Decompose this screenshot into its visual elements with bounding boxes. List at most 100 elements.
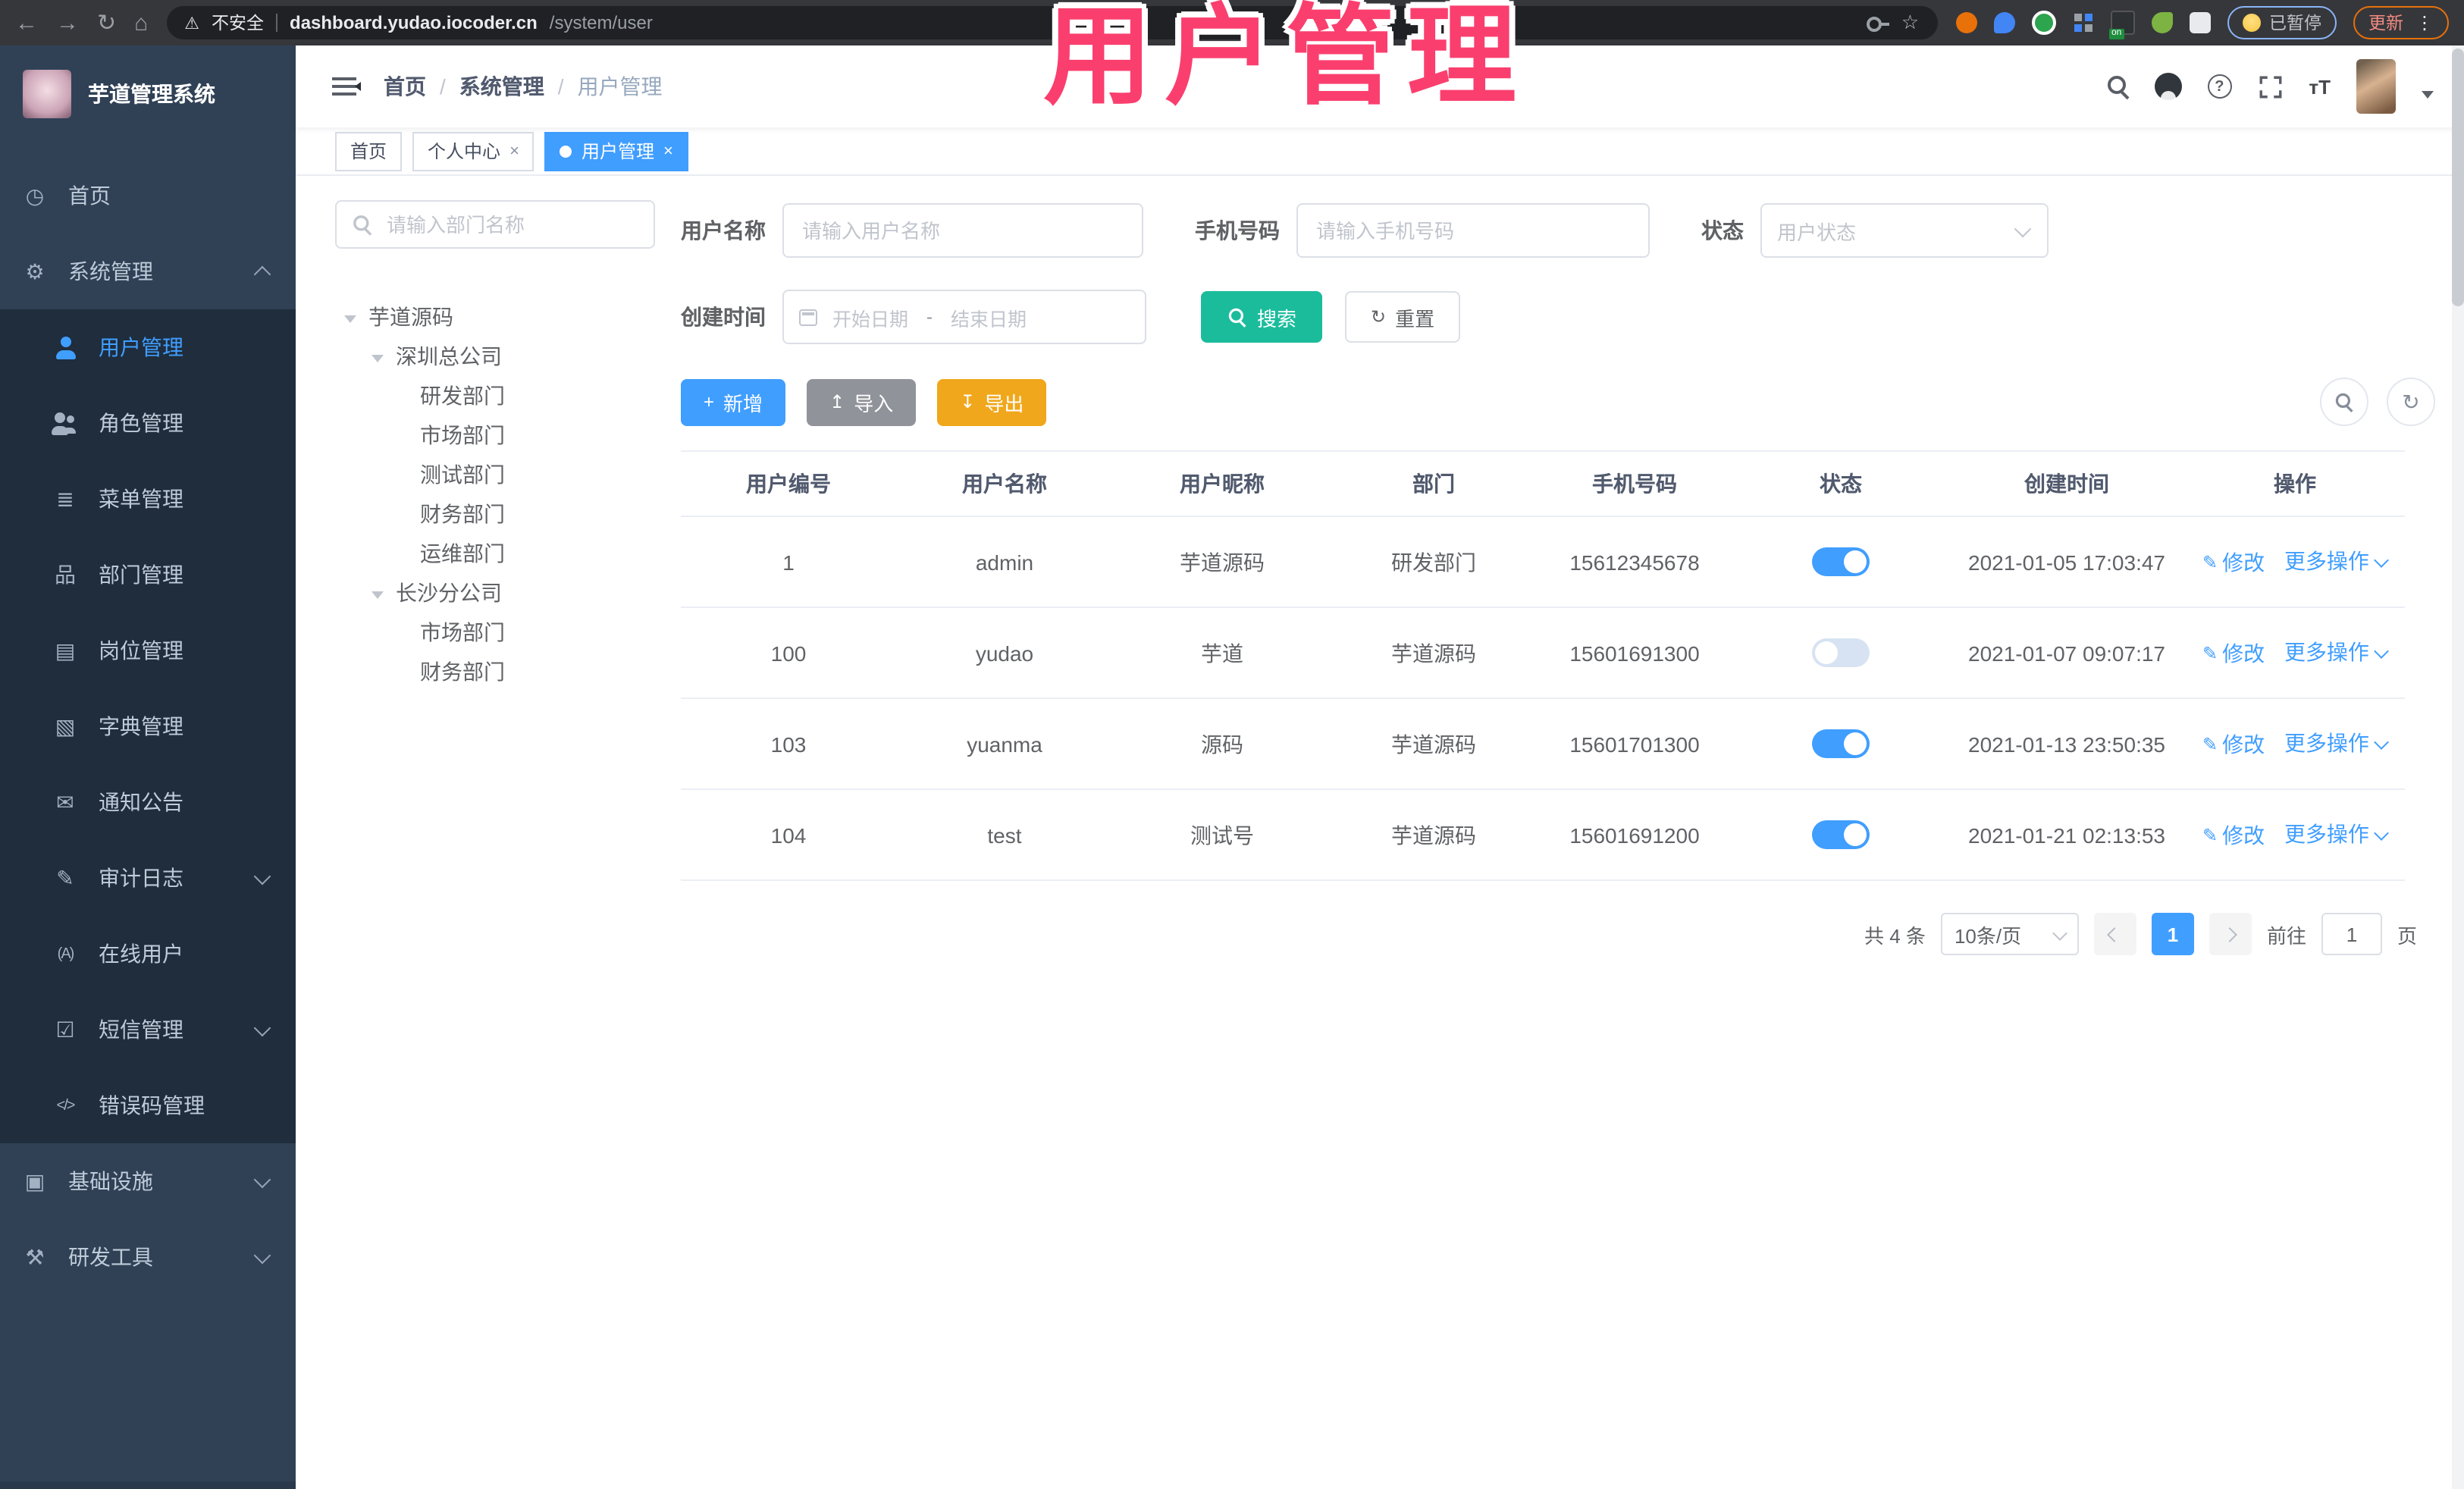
edit-link[interactable]: ✎ 修改 [2202, 547, 2265, 578]
sidebar-item-home[interactable]: ◷ 首页 [0, 158, 296, 234]
sidebar-item-sms-mgmt[interactable]: ☑ 短信管理 [0, 992, 296, 1067]
update-button[interactable]: 更新 ⋮ [2353, 6, 2449, 39]
sidebar-item-role-mgmt[interactable]: 角色管理 [0, 385, 296, 461]
reload-icon[interactable]: ↻ [97, 11, 116, 34]
search-button[interactable]: 搜索 [1201, 291, 1323, 343]
user-icon [52, 336, 79, 359]
key-icon[interactable] [1866, 16, 1889, 31]
tree-node[interactable]: 市场部门 [335, 415, 655, 455]
username-input[interactable] [782, 203, 1143, 258]
refresh-button[interactable]: ↻ [2387, 378, 2435, 426]
extension-switch-icon[interactable]: on [2108, 11, 2134, 39]
close-icon[interactable]: × [663, 142, 673, 160]
security-label[interactable]: 不安全 [212, 11, 264, 35]
cell-dept: 芋道源码 [1391, 732, 1476, 756]
help-icon[interactable]: ? [2207, 74, 2232, 99]
sidebar-item-audit-log[interactable]: ✎ 审计日志 [0, 840, 296, 916]
tree-node[interactable]: 测试部门 [335, 455, 655, 494]
goto-page-input[interactable] [2321, 913, 2382, 955]
breadcrumb-home[interactable]: 首页 [384, 71, 426, 102]
profile-paused-pill[interactable]: 已暂停 [2227, 6, 2337, 39]
caret-down-icon[interactable] [344, 315, 356, 322]
extensions-puzzle-icon[interactable] [2189, 12, 2210, 33]
add-button[interactable]: + 新增 [681, 378, 786, 425]
dept-search-input[interactable] [384, 212, 617, 237]
tree-node-label: 深圳总公司 [396, 344, 502, 368]
avatar[interactable] [2356, 59, 2396, 114]
status-select[interactable]: 用户状态 [1760, 203, 2049, 258]
more-actions-link[interactable]: 更多操作 [2284, 728, 2390, 758]
more-actions-link[interactable]: 更多操作 [2284, 819, 2390, 849]
breadcrumb-system[interactable]: 系统管理 [459, 71, 544, 102]
status-toggle[interactable] [1812, 638, 1870, 667]
caret-down-icon[interactable] [371, 354, 384, 362]
export-button[interactable]: ↧ 导出 [937, 378, 1047, 425]
tree-node[interactable]: 财务部门 [335, 494, 655, 534]
scrollbar[interactable] [2452, 45, 2464, 1489]
sidebar-item-online-users[interactable]: (A) 在线用户 [0, 916, 296, 992]
tree-node[interactable]: 运维部门 [335, 534, 655, 573]
edit-link[interactable]: ✎ 修改 [2202, 820, 2265, 851]
extension-grid-icon[interactable] [2072, 12, 2093, 33]
search-toggle-button[interactable] [2320, 378, 2368, 426]
sidebar-item-error-code[interactable]: </> 错误码管理 [0, 1067, 296, 1143]
fullscreen-icon[interactable] [2257, 74, 2283, 99]
extension-orange-icon[interactable] [1955, 12, 1977, 33]
sidebar-item-devtools[interactable]: ⚒ 研发工具 [0, 1219, 296, 1295]
extension-drop-icon[interactable] [1993, 12, 2014, 33]
sidebar-item-system[interactable]: ⚙ 系统管理 [0, 234, 296, 309]
status-toggle[interactable] [1812, 729, 1870, 758]
scrollbar-thumb[interactable] [2452, 49, 2464, 306]
table-row: 100 yudao 芋道 芋道源码 15601691300 2021-01-07… [681, 608, 2405, 699]
sidebar-item-notice[interactable]: ✉ 通知公告 [0, 764, 296, 840]
menu-fold-icon[interactable] [332, 77, 361, 96]
next-page-button[interactable] [2209, 913, 2252, 955]
tree-node[interactable]: 研发部门 [335, 376, 655, 415]
close-icon[interactable]: × [509, 142, 519, 160]
chevron-down-icon[interactable] [2422, 90, 2434, 98]
date-range-input[interactable]: 开始日期 - 结束日期 [782, 290, 1146, 344]
status-toggle[interactable] [1812, 820, 1870, 849]
extension-leaf-icon[interactable] [2151, 12, 2172, 33]
star-icon[interactable]: ☆ [1901, 11, 1919, 35]
status-toggle[interactable] [1812, 547, 1870, 576]
page-size-select[interactable]: 10条/页 [1940, 913, 2079, 955]
forward-icon[interactable]: → [56, 11, 79, 34]
edit-link[interactable]: ✎ 修改 [2202, 638, 2265, 669]
tree-node[interactable]: 财务部门 [335, 652, 655, 691]
breadcrumb: 首页 / 系统管理 / 用户管理 [384, 71, 663, 102]
more-actions-link[interactable]: 更多操作 [2284, 546, 2390, 576]
chevron-right-icon [2223, 926, 2238, 942]
prev-page-button[interactable] [2093, 913, 2136, 955]
github-icon[interactable] [2154, 73, 2182, 100]
back-icon[interactable]: ← [15, 11, 38, 34]
tree-node-root[interactable]: 芋道源码 [335, 297, 655, 337]
tab-user-mgmt[interactable]: 用户管理 × [544, 131, 688, 171]
sidebar-item-user-mgmt[interactable]: 用户管理 [0, 309, 296, 385]
sidebar-item-dept-mgmt[interactable]: 品 部门管理 [0, 537, 296, 613]
search-icon[interactable] [2107, 76, 2128, 97]
sidebar-item-menu-mgmt[interactable]: ≣ 菜单管理 [0, 461, 296, 537]
caret-down-icon[interactable] [371, 591, 384, 598]
sidebar-item-dict-mgmt[interactable]: ▧ 字典管理 [0, 688, 296, 764]
import-button[interactable]: ↥ 导入 [807, 378, 917, 425]
tree-node-changsha[interactable]: 长沙分公司 [335, 573, 655, 613]
edit-link[interactable]: ✎ 修改 [2202, 729, 2265, 760]
mobile-input[interactable] [1296, 203, 1650, 258]
more-actions-link[interactable]: 更多操作 [2284, 637, 2390, 667]
extension-green-icon[interactable] [2031, 11, 2055, 35]
sidebar-item-infra[interactable]: ▣ 基础设施 [0, 1143, 296, 1219]
tree-node-shenzhen[interactable]: 深圳总公司 [335, 337, 655, 376]
tab-home[interactable]: 首页 [335, 131, 403, 171]
app-logo[interactable]: 芋道管理系统 [0, 45, 296, 143]
page-1-button[interactable]: 1 [2151, 913, 2194, 955]
font-size-icon[interactable]: тT [2309, 75, 2331, 98]
edit-link-label: 修改 [2222, 732, 2265, 757]
kebab-menu-icon[interactable]: ⋮ [2415, 12, 2434, 33]
home-icon[interactable]: ⌂ [134, 11, 148, 34]
reset-button[interactable]: ↻ 重置 [1345, 291, 1461, 343]
dept-tree: 芋道源码 深圳总公司 研发部门 市场部门 测试部门 财务部门 运维部门 长沙分公… [335, 297, 655, 691]
tab-profile[interactable]: 个人中心 × [412, 131, 534, 171]
sidebar-item-post-mgmt[interactable]: ▤ 岗位管理 [0, 613, 296, 688]
tree-node[interactable]: 市场部门 [335, 613, 655, 652]
